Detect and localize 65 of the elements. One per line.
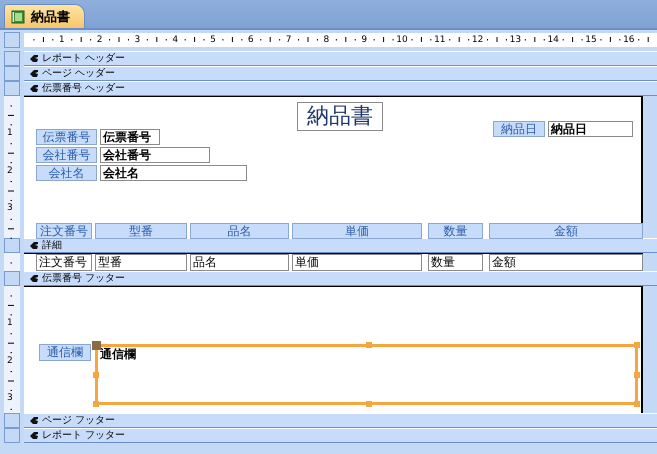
ruler-number: 6 [248, 34, 254, 47]
section-bar[interactable]: レポート フッター [24, 428, 657, 443]
section-title: 伝票番号 ヘッダー [42, 82, 126, 94]
ruler-number: 13 [510, 34, 522, 47]
report-title[interactable]: 納品書 [297, 102, 383, 131]
ruler-number: 1 [58, 34, 65, 47]
pointer-icon [29, 241, 39, 250]
field-label[interactable]: 納品日 [493, 121, 545, 137]
field-label[interactable]: 注文番号 [36, 223, 92, 239]
text-box[interactable]: 数量 [428, 254, 483, 271]
field-label[interactable]: 会社番号 [36, 147, 97, 163]
text-box[interactable]: 通信欄 [95, 344, 638, 405]
section-bar[interactable]: 詳細 [24, 238, 657, 253]
text-box[interactable]: 型番 [95, 254, 187, 271]
section-bar[interactable]: レポート ヘッダー [24, 51, 657, 66]
field-label[interactable]: 数量 [428, 223, 483, 239]
section-selector[interactable] [4, 271, 20, 286]
section-bar[interactable]: 伝票番号 ヘッダー [24, 81, 657, 96]
section-title: ページ ヘッダー [42, 68, 116, 80]
field-label[interactable]: 単価 [292, 223, 422, 239]
text-box[interactable]: 金額 [489, 254, 643, 271]
section-title: ページ フッター [42, 414, 116, 426]
field-label[interactable]: 会社名 [36, 165, 97, 181]
section-bar[interactable]: 伝票番号 フッター [24, 271, 657, 286]
ruler-number: 8 [324, 34, 330, 47]
ruler-number: 7 [286, 34, 292, 47]
ruler-number: 12 [472, 34, 484, 47]
field-label[interactable]: 品名 [190, 223, 289, 239]
ruler-number: 9 [361, 34, 368, 47]
text-box[interactable]: 伝票番号 [100, 129, 160, 145]
ruler-number: 11 [434, 34, 446, 47]
ruler-number: 2 [96, 34, 102, 47]
report-icon [11, 10, 25, 24]
text-box[interactable]: 注文番号 [36, 254, 92, 271]
ruler-number: 3 [134, 34, 140, 47]
section-selector[interactable] [4, 428, 20, 443]
section-title: 伝票番号 フッター [42, 272, 126, 284]
text-box[interactable]: 納品日 [548, 121, 633, 137]
text-box[interactable]: 単価 [292, 254, 422, 271]
ruler-number: 5 [210, 34, 216, 47]
ruler-number: 10 [396, 34, 408, 47]
text-box[interactable]: 会社番号 [100, 147, 210, 163]
section-bar[interactable]: ページ フッター [24, 413, 657, 428]
text-box[interactable]: 品名 [190, 254, 289, 271]
section-selector[interactable] [4, 51, 20, 66]
pointer-icon [29, 274, 39, 283]
field-label[interactable]: 伝票番号 [36, 129, 97, 145]
ruler-number: 4 [172, 34, 178, 47]
section-bar[interactable]: ページ ヘッダー [24, 66, 657, 81]
section-title: 詳細 [42, 240, 62, 252]
section-title: レポート ヘッダー [42, 52, 126, 64]
section-selector[interactable] [4, 238, 20, 253]
field-label[interactable]: 金額 [489, 223, 643, 239]
section-selector[interactable] [4, 66, 20, 81]
ruler-number: 15 [585, 34, 597, 47]
ruler-number: 14 [547, 34, 559, 47]
text-box[interactable]: 会社名 [100, 165, 247, 181]
section-title: レポート フッター [42, 430, 126, 442]
field-label[interactable]: 通信欄 [39, 344, 91, 361]
field-label[interactable]: 型番 [95, 223, 187, 239]
ruler-number: 16 [623, 34, 635, 47]
report-selector[interactable] [4, 32, 20, 48]
section-selector[interactable] [4, 81, 20, 96]
section-selector[interactable] [4, 413, 20, 428]
document-tab[interactable]: 納品書 [4, 4, 85, 28]
